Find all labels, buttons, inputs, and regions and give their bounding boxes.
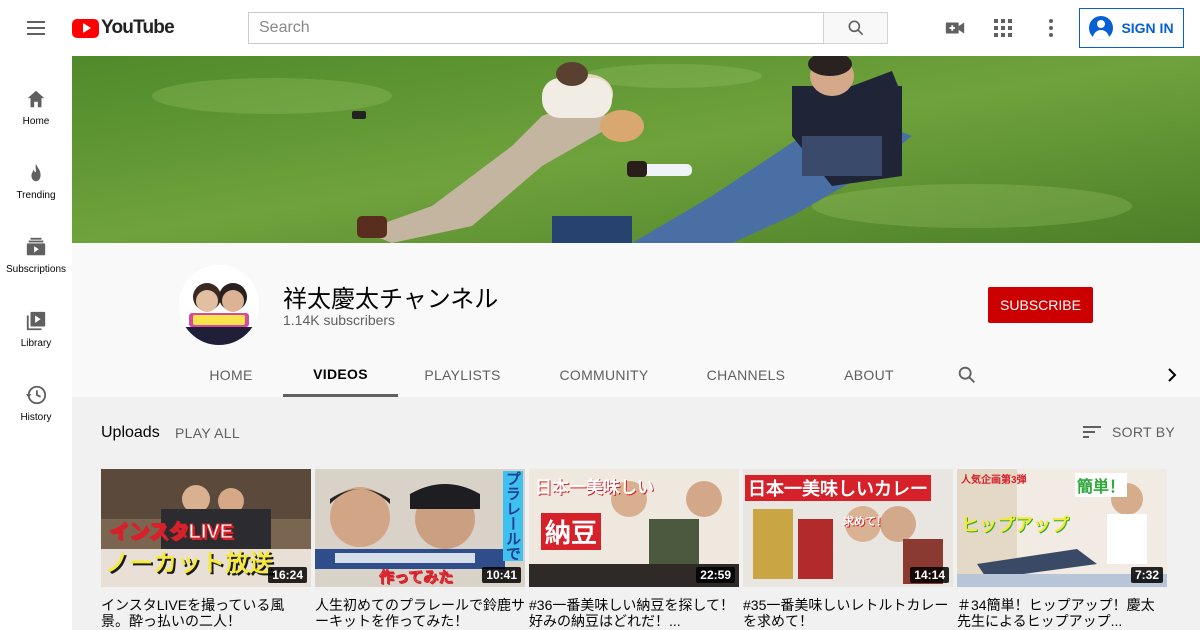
thumbnail-caption-series: 人気企画第3弾 xyxy=(961,475,1027,486)
channel-tabs: HOME VIDEOS PLAYLISTS COMMUNITY CHANNELS… xyxy=(72,353,1200,397)
video-title[interactable]: ＃34簡単！ヒップアップ！慶太先生によるヒップアップ... xyxy=(957,597,1167,629)
guide-label-subscriptions: Subscriptions xyxy=(5,264,67,275)
video-title[interactable]: 人生初めてのプラレールで鈴鹿サーキットを作ってみた！ xyxy=(315,597,525,629)
section-title: Uploads xyxy=(101,424,160,441)
video-title[interactable]: #35一番美味しいレトルトカレーを求めて！ xyxy=(743,597,953,629)
apps-grid-icon xyxy=(994,19,1012,37)
channel-title: 祥太慶太チャンネル xyxy=(283,286,499,313)
tab-videos[interactable]: VIDEOS xyxy=(283,353,398,397)
thumbnail-caption-top: インスタLIVE xyxy=(108,521,234,544)
video-title[interactable]: #36一番美味しい納豆を探して！好みの納豆はどれだ！... xyxy=(529,597,739,629)
guide-label-home: Home xyxy=(22,116,50,127)
thumbnail-caption-top: 簡単！ xyxy=(1075,473,1128,497)
video-card[interactable]: 日本一美味しいカレー 求めて！ 14:14 #35一番美味しいレトルトカレーを求… xyxy=(743,469,953,629)
video-card[interactable]: インスタLIVE ノーカット放送 16:24 インスタLIVEを撮っている風景。… xyxy=(101,469,311,629)
video-thumbnail[interactable]: プラレールで 作ってみた 10:41 xyxy=(315,469,525,587)
thumbnail-caption-bottom: 求めて！ xyxy=(843,516,887,528)
video-thumbnail[interactable]: インスタLIVE ノーカット放送 16:24 xyxy=(101,469,311,587)
masthead: YouTube Search SIGN IN xyxy=(0,0,1200,56)
tab-playlists[interactable]: PLAYLISTS xyxy=(410,353,515,397)
guide-label-trending: Trending xyxy=(16,190,56,201)
history-icon xyxy=(25,385,47,405)
channel-banner xyxy=(72,56,1200,243)
video-thumbnail[interactable]: 人気企画第3弾 簡単！ ヒップアップ 7:32 xyxy=(957,469,1167,587)
thumbnail-caption-bottom: 納豆 xyxy=(541,513,602,550)
settings-menu-button[interactable] xyxy=(1031,8,1071,48)
video-camera-icon xyxy=(945,22,965,34)
channel-header: 祥太慶太チャンネル 1.14K subscribers SUBSCRIBE HO… xyxy=(72,243,1200,397)
menu-icon[interactable] xyxy=(16,8,56,48)
thumbnail-caption-top: 日本一美味しい xyxy=(535,478,654,497)
guide-item-trending[interactable]: Trending xyxy=(0,146,72,220)
library-icon xyxy=(26,311,46,331)
sign-in-button[interactable]: SIGN IN xyxy=(1079,8,1184,48)
sort-by-button[interactable]: SORT BY xyxy=(1082,422,1175,442)
guide-item-history[interactable]: History xyxy=(0,368,72,442)
youtube-logo[interactable]: YouTube xyxy=(72,17,175,39)
search-icon xyxy=(958,366,975,383)
chevron-right-icon xyxy=(1168,368,1177,382)
tab-about[interactable]: ABOUT xyxy=(830,353,908,397)
guide-label-history: History xyxy=(20,412,52,423)
guide-sidebar: Home Trending Subscriptions Library Hist… xyxy=(0,56,72,630)
video-duration: 14:14 xyxy=(910,567,949,583)
tabs-scroll-right-button[interactable] xyxy=(1154,353,1190,397)
play-logo-icon xyxy=(72,18,99,38)
thumbnail-caption-bottom: ヒップアップ xyxy=(961,515,1069,535)
search-button[interactable] xyxy=(823,12,888,44)
video-duration: 10:41 xyxy=(482,567,521,583)
video-duration: 22:59 xyxy=(696,567,735,583)
thumbnail-caption-top: プラレールで xyxy=(503,471,523,561)
channel-avatar[interactable] xyxy=(179,265,259,345)
logo-text: YouTube xyxy=(101,17,175,38)
subscriptions-icon xyxy=(26,237,46,256)
video-thumbnail[interactable]: 日本一美味しい 納豆 22:59 xyxy=(529,469,739,587)
tab-community[interactable]: COMMUNITY xyxy=(543,353,665,397)
video-duration: 16:24 xyxy=(268,567,307,583)
search-input[interactable]: Search xyxy=(248,12,824,44)
guide-item-home[interactable]: Home xyxy=(0,72,72,146)
account-icon xyxy=(1089,16,1114,40)
video-card[interactable]: 日本一美味しい 納豆 22:59 #36一番美味しい納豆を探して！好みの納豆はど… xyxy=(529,469,739,629)
video-title[interactable]: インスタLIVEを撮っている風景。酔っ払いの二人！ xyxy=(101,597,311,629)
video-duration: 7:32 xyxy=(1130,567,1163,583)
apps-button[interactable] xyxy=(983,8,1023,48)
banner-image xyxy=(72,56,1200,243)
video-card[interactable]: 人気企画第3弾 簡単！ ヒップアップ 7:32 ＃34簡単！ヒップアップ！慶太先… xyxy=(957,469,1167,629)
video-card[interactable]: プラレールで 作ってみた 10:41 人生初めてのプラレールで鈴鹿サーキットを作… xyxy=(315,469,525,629)
more-vert-icon xyxy=(1049,19,1053,37)
channel-search-button[interactable] xyxy=(947,353,987,397)
sign-in-label: SIGN IN xyxy=(1121,20,1174,36)
search-icon xyxy=(848,20,863,36)
channel-avatar-image xyxy=(179,265,259,345)
guide-item-library[interactable]: Library xyxy=(0,294,72,368)
thumbnail-caption-bottom: ノーカット放送 xyxy=(105,550,273,577)
thumbnail-caption-top: 日本一美味しいカレー xyxy=(745,475,931,501)
guide-label-library: Library xyxy=(20,338,52,349)
thumbnail-caption-bottom: 作ってみた xyxy=(379,569,454,587)
create-video-button[interactable] xyxy=(935,8,975,48)
subscriber-count: 1.14K subscribers xyxy=(283,312,396,328)
tab-home[interactable]: HOME xyxy=(191,353,271,397)
videos-section: Uploads PLAY ALL SORT BY インスタLIVE ノーカット放… xyxy=(72,397,1200,630)
sort-by-label: SORT BY xyxy=(1112,424,1176,440)
play-all-button[interactable]: PLAY ALL xyxy=(175,425,240,441)
home-icon xyxy=(27,90,45,108)
flame-icon xyxy=(31,163,41,182)
guide-item-subscriptions[interactable]: Subscriptions xyxy=(0,220,72,294)
sort-icon xyxy=(1083,426,1101,438)
video-thumbnail[interactable]: 日本一美味しいカレー 求めて！ 14:14 xyxy=(743,469,953,587)
tab-channels[interactable]: CHANNELS xyxy=(694,353,798,397)
subscribe-button[interactable]: SUBSCRIBE xyxy=(988,287,1093,323)
